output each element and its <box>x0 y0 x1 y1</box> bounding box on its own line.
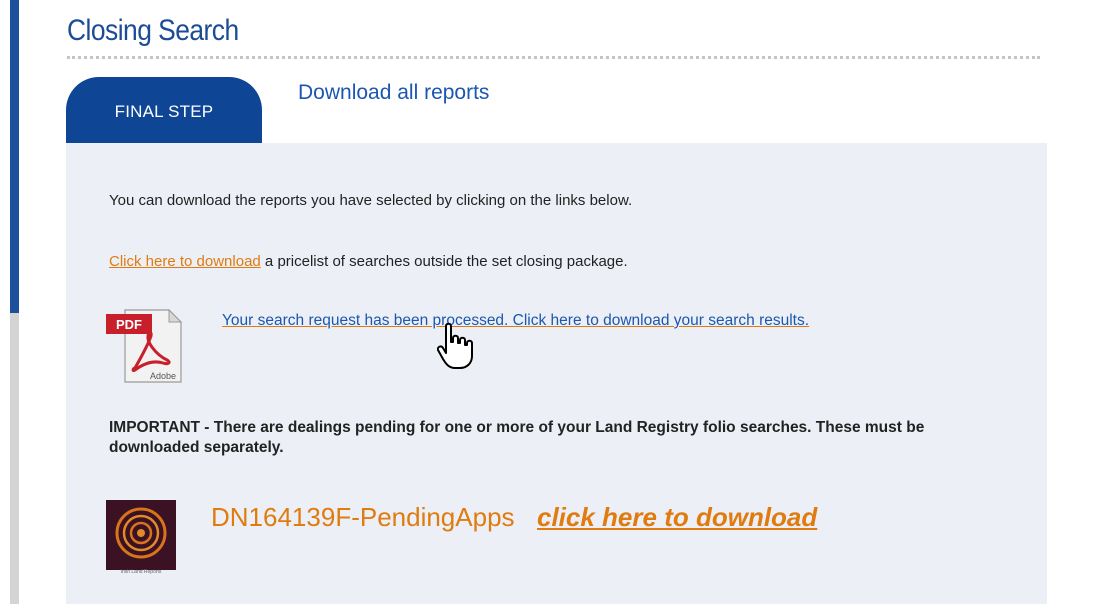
pending-file-name: DN164139F-PendingApps <box>211 502 515 532</box>
final-step-tab[interactable]: FINAL STEP <box>66 77 262 143</box>
final-step-label: FINAL STEP <box>114 102 214 121</box>
pdf-icon-label: PDF <box>116 317 142 332</box>
left-accent-bar <box>10 0 19 313</box>
pending-dealings-notice: IMPORTANT - There are dealings pending f… <box>109 419 925 456</box>
land-registry-icon[interactable] <box>106 500 176 570</box>
pending-download-link[interactable]: click here to download <box>537 502 817 533</box>
reports-panel <box>66 143 1047 604</box>
download-all-reports-link[interactable]: Download all reports <box>298 81 489 105</box>
hand-cursor-icon <box>437 322 473 369</box>
land-registry-icon-caption: Irish Land Reports <box>120 569 162 575</box>
left-grey-bar <box>10 313 19 604</box>
pdf-icon[interactable]: PDF Adobe <box>105 308 185 384</box>
page-title: Closing Search <box>67 14 239 47</box>
pricelist-text: a pricelist of searches outside the set … <box>260 253 628 270</box>
pricelist-download-link[interactable]: Click here to download <box>109 253 261 270</box>
intro-text: You can download the reports you have se… <box>109 192 633 209</box>
pricelist-line: Click here to download a pricelist of se… <box>109 253 628 270</box>
pdf-icon-brand: Adobe <box>150 371 176 381</box>
search-results-download-link[interactable]: Your search request has been processed. … <box>222 311 942 331</box>
title-divider <box>67 56 1040 59</box>
